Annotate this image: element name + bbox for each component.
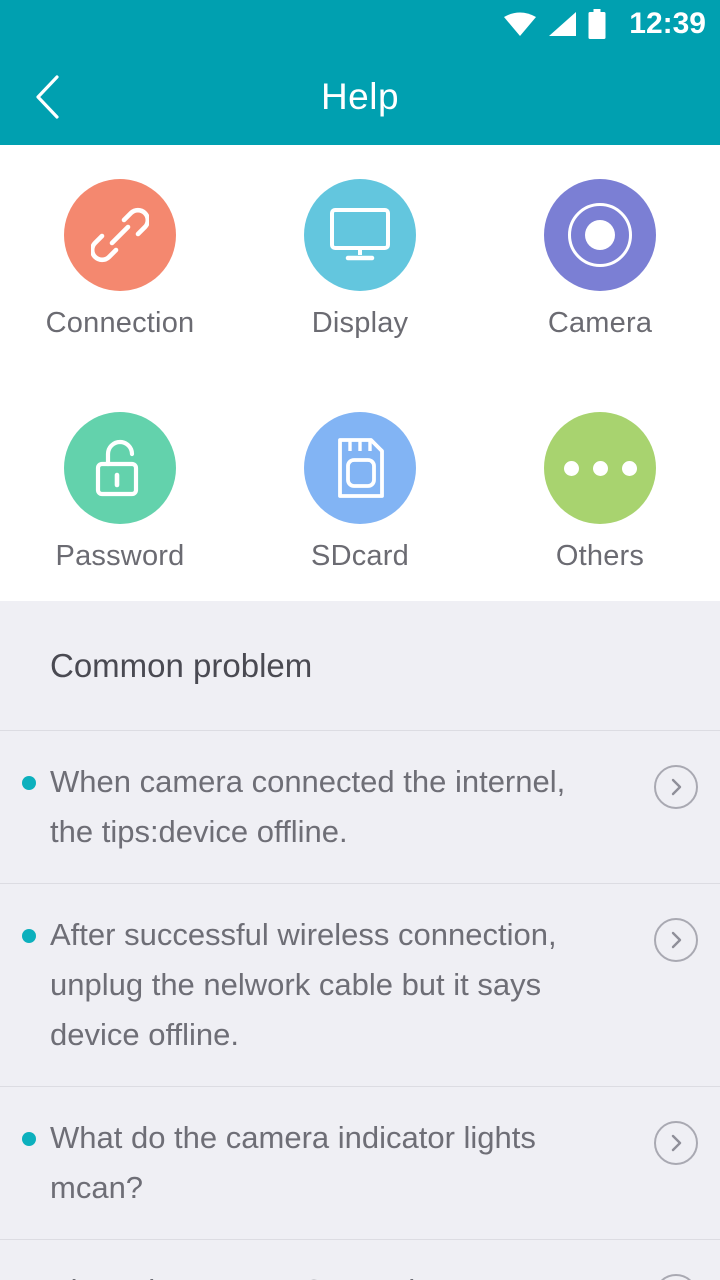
- faq-item[interactable]: When camera connected the internel, the …: [0, 731, 720, 884]
- chevron-right-icon[interactable]: [654, 765, 698, 809]
- status-icon-group: 12:39: [503, 9, 706, 39]
- category-row-2: Password SDcard Others: [0, 400, 720, 573]
- sdcard-icon-circle: [304, 412, 416, 524]
- page-title: Help: [320, 75, 400, 117]
- category-camera[interactable]: Camera: [480, 167, 720, 340]
- faq-item[interactable]: What do the camera indicator lights mcan…: [0, 1087, 720, 1240]
- faq-list: When camera connected the internel, the …: [0, 731, 720, 1280]
- app-bar: Help: [0, 48, 720, 145]
- ellipsis-dot: [592, 460, 608, 476]
- category-row-1: Connection Display Camera: [0, 167, 720, 340]
- back-button[interactable]: [0, 48, 96, 145]
- bullet-icon: [22, 776, 36, 790]
- category-connection[interactable]: Connection: [0, 167, 240, 340]
- chevron-left-icon: [36, 74, 59, 119]
- category-others[interactable]: Others: [480, 400, 720, 573]
- unlock-padlock-icon: [95, 439, 139, 497]
- common-problem-header: Common problem: [0, 601, 720, 731]
- status-clock: 12:39: [629, 7, 706, 40]
- cellular-signal-icon: [549, 12, 577, 36]
- faq-item[interactable]: After successful wireless connection, un…: [0, 884, 720, 1087]
- bullet-icon: [22, 1132, 36, 1146]
- link-chain-icon: [91, 207, 149, 263]
- camera-icon-circle: [544, 179, 656, 291]
- help-screen: 12:39 Help Connection Display Camera Pas…: [0, 0, 720, 1280]
- category-label: Password: [55, 540, 185, 572]
- display-icon-circle: [304, 179, 416, 291]
- chevron-right-icon[interactable]: [654, 918, 698, 962]
- faq-question: What do the camera indicator lights mcan…: [50, 1120, 536, 1205]
- category-password[interactable]: Password: [0, 400, 240, 573]
- chevron-right-icon[interactable]: [654, 1121, 698, 1165]
- others-icon-circle: [544, 412, 656, 524]
- section-title: Common problem: [50, 646, 313, 684]
- password-icon-circle: [64, 412, 176, 524]
- faq-question: After successful wireless connection, un…: [50, 917, 557, 1052]
- faq-question: About the camera SD card usage.: [50, 1266, 654, 1280]
- faq-question: When camera connected the internel, the …: [50, 764, 566, 849]
- monitor-icon: [330, 208, 390, 261]
- camera-lens-center: [585, 220, 615, 250]
- battery-icon: [588, 9, 606, 39]
- faq-item[interactable]: About the camera SD card usage.: [0, 1240, 720, 1280]
- category-label: SDcard: [311, 540, 409, 572]
- status-bar: 12:39: [0, 0, 720, 48]
- category-grid: Connection Display Camera Password SDcar…: [0, 145, 720, 601]
- ellipsis-icon: [563, 460, 637, 476]
- category-sdcard[interactable]: SDcard: [240, 400, 480, 573]
- category-label: Display: [311, 307, 409, 339]
- sd-card-icon: [338, 438, 384, 498]
- chevron-right-icon[interactable]: [654, 1274, 698, 1280]
- category-label: Others: [555, 540, 645, 572]
- category-label: Connection: [45, 307, 195, 339]
- category-display[interactable]: Display: [240, 167, 480, 340]
- bullet-icon: [22, 929, 36, 943]
- camera-lens-icon: [568, 203, 632, 267]
- category-label: Camera: [547, 307, 653, 339]
- wifi-icon: [504, 12, 537, 36]
- ellipsis-dot: [621, 460, 637, 476]
- ellipsis-dot: [563, 460, 579, 476]
- connection-icon-circle: [64, 179, 176, 291]
